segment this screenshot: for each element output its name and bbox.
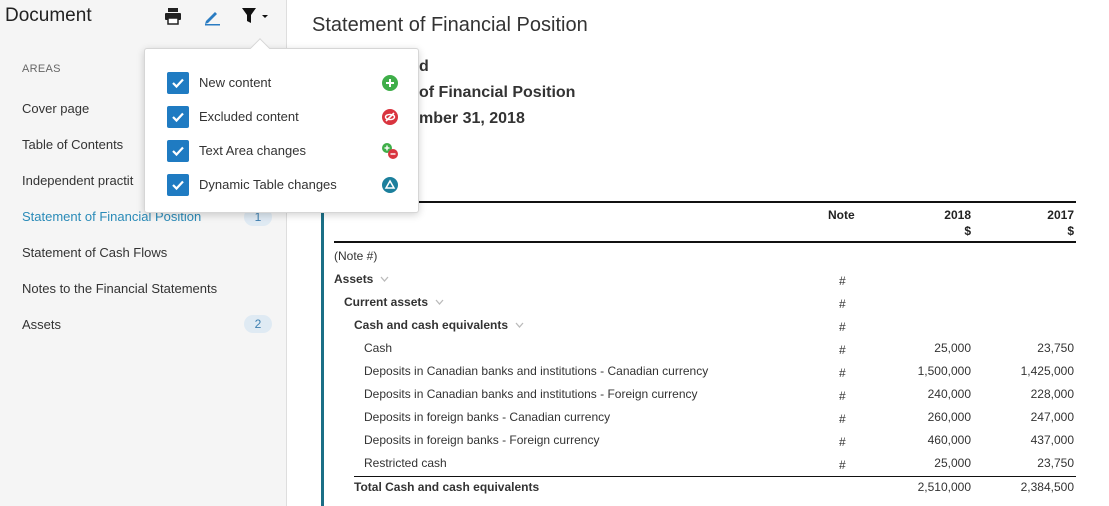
page-title: Statement of Financial Position xyxy=(312,14,588,36)
filter-option-label: Text Area changes xyxy=(199,143,306,158)
edit-pencil-icon[interactable] xyxy=(202,6,222,31)
row-label-text: Current assets xyxy=(344,295,429,309)
sidebar-item-statement-cash-flows[interactable]: Statement of Cash Flows xyxy=(22,245,167,260)
column-header-2018: 2018 xyxy=(944,208,971,222)
filter-option-excluded-content[interactable]: Excluded content xyxy=(145,104,418,130)
sidebar-item-assets[interactable]: Assets xyxy=(22,317,61,332)
filter-option-label: New content xyxy=(199,75,272,90)
filter-popover: New content Excluded content Text Area c… xyxy=(144,38,419,213)
document-title: Document xyxy=(5,5,92,26)
sidebar-item-badge: 2 xyxy=(244,315,272,333)
check-icon xyxy=(172,146,184,157)
row-value-2018: 460,000 xyxy=(927,433,971,447)
checkbox-checked[interactable] xyxy=(167,106,189,128)
row-label: Deposits in foreign banks - Canadian cur… xyxy=(364,410,610,424)
column-header-currency-2018: $ xyxy=(964,224,971,238)
column-header-currency-2017: $ xyxy=(1067,224,1074,238)
areas-label: AREAS xyxy=(22,63,61,75)
row-value-2017: 247,000 xyxy=(1030,410,1074,424)
row-value-2018: 1,500,000 xyxy=(917,364,971,378)
filter-option-text-area-changes[interactable]: Text Area changes xyxy=(145,138,418,164)
row-note: # xyxy=(839,320,846,334)
row-value-2018: 240,000 xyxy=(927,387,971,401)
print-icon[interactable] xyxy=(163,6,183,31)
eye-slash-circle-icon xyxy=(382,109,398,125)
row-label: Restricted cash xyxy=(364,456,447,470)
note-reference: (Note #) xyxy=(334,249,378,263)
row-label: Cash xyxy=(364,341,392,355)
row-note: # xyxy=(839,458,846,472)
row-label-text: Assets xyxy=(334,272,374,286)
chevron-down-icon[interactable] xyxy=(435,299,444,305)
filter-option-dynamic-table-changes[interactable]: Dynamic Table changes xyxy=(145,172,418,198)
row-value-2017: 23,750 xyxy=(1037,341,1074,355)
row-value-2017: 437,000 xyxy=(1030,433,1074,447)
chevron-down-icon[interactable] xyxy=(380,276,389,282)
row-label-text: Restricted cash xyxy=(364,456,447,470)
triangle-circle-icon xyxy=(382,177,398,193)
row-label-text: Cash xyxy=(364,341,393,355)
document-heading-line-3: mber 31, 2018 xyxy=(419,110,525,127)
plus-circle-icon xyxy=(382,75,398,91)
row-label-text: Deposits in foreign banks - Canadian cur… xyxy=(364,410,611,424)
row-value-2018: 25,000 xyxy=(934,456,971,470)
document-heading-line-2: of Financial Position xyxy=(419,84,576,101)
row-value-2018: 260,000 xyxy=(927,410,971,424)
row-label: Assets xyxy=(334,272,389,286)
filter-option-new-content[interactable]: New content xyxy=(145,70,418,96)
check-icon xyxy=(172,112,184,123)
row-note: # xyxy=(839,274,846,288)
row-label: Total Cash and cash equivalents xyxy=(354,480,539,494)
row-label: Deposits in Canadian banks and instituti… xyxy=(364,387,698,401)
row-note: # xyxy=(839,389,846,403)
row-label-text: Deposits in foreign banks - Foreign curr… xyxy=(364,433,600,447)
row-value-2017: 23,750 xyxy=(1037,456,1074,470)
sidebar-item-table-of-contents[interactable]: Table of Contents xyxy=(22,137,123,152)
row-note: # xyxy=(839,412,846,426)
check-icon xyxy=(172,180,184,191)
row-label: Cash and cash equivalents xyxy=(354,318,524,332)
column-header-note: Note xyxy=(828,208,855,222)
row-value-2017: 228,000 xyxy=(1030,387,1074,401)
row-value-2018: 25,000 xyxy=(934,341,971,355)
row-value-2018: 2,510,000 xyxy=(917,480,971,494)
row-label-text: Deposits in Canadian banks and instituti… xyxy=(364,387,698,401)
row-note: # xyxy=(839,343,846,357)
plus-minus-icon xyxy=(382,143,398,159)
column-header-2017: 2017 xyxy=(1047,208,1074,222)
row-note: # xyxy=(839,435,846,449)
row-value-2017: 2,384,500 xyxy=(1020,480,1074,494)
row-label-text: Deposits in Canadian banks and instituti… xyxy=(364,364,709,378)
row-label: Current assets xyxy=(344,295,444,309)
total-rule xyxy=(354,476,1076,477)
check-icon xyxy=(172,78,184,89)
table-top-rule xyxy=(334,201,1076,203)
checkbox-checked[interactable] xyxy=(167,140,189,162)
row-label-text: Cash and cash equivalents xyxy=(354,318,509,332)
filter-option-label: Dynamic Table changes xyxy=(199,177,337,192)
caret-down-icon xyxy=(262,15,268,18)
sidebar-item-independent-practitioner[interactable]: Independent practit xyxy=(22,173,133,188)
row-note: # xyxy=(839,366,846,380)
chevron-down-icon[interactable] xyxy=(515,322,524,328)
table-header-rule xyxy=(334,241,1076,243)
checkbox-checked[interactable] xyxy=(167,174,189,196)
document-heading-line-1: d xyxy=(419,58,429,75)
row-label-text: Total Cash and cash equivalents xyxy=(354,480,540,494)
filter-option-label: Excluded content xyxy=(199,109,299,124)
sidebar-item-cover-page[interactable]: Cover page xyxy=(22,101,89,116)
filter-icon[interactable] xyxy=(240,6,270,31)
checkbox-checked[interactable] xyxy=(167,72,189,94)
row-note: # xyxy=(839,297,846,311)
row-value-2017: 1,425,000 xyxy=(1020,364,1074,378)
document-section-frame xyxy=(321,198,324,506)
row-label: Deposits in Canadian banks and instituti… xyxy=(364,364,708,378)
row-label: Deposits in foreign banks - Foreign curr… xyxy=(364,433,599,447)
sidebar-item-notes[interactable]: Notes to the Financial Statements xyxy=(22,281,217,296)
